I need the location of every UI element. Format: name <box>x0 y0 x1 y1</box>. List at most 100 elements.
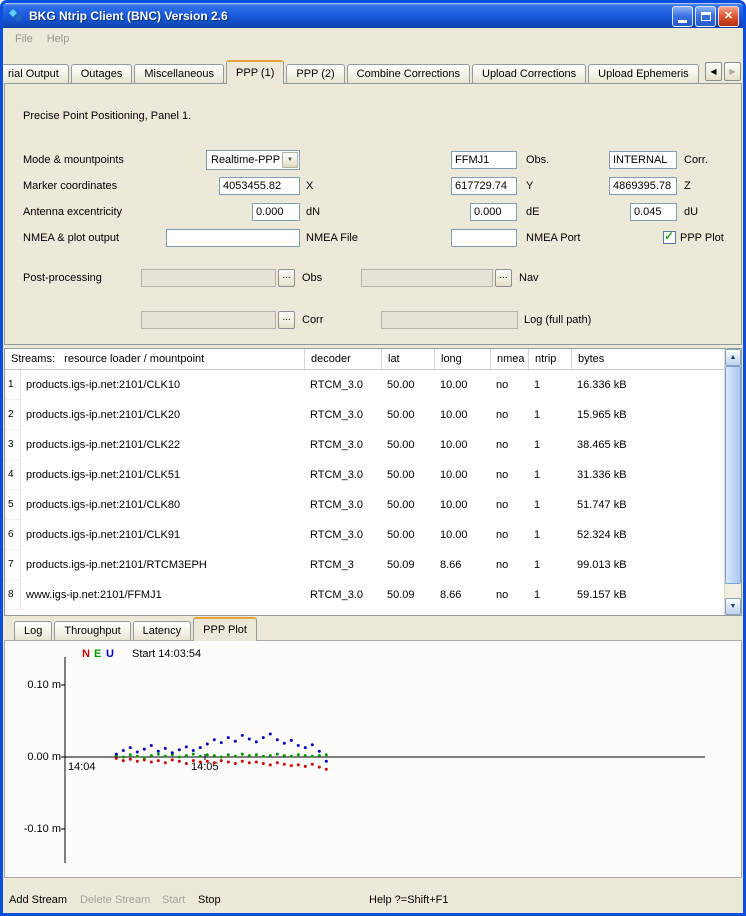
tab-upload-corrections[interactable]: Upload Corrections <box>472 64 586 83</box>
marker-x-field[interactable]: 4053455.82 <box>219 177 300 195</box>
stream-decoder: RTCM_3.0 <box>304 460 381 490</box>
stream-lat: 50.09 <box>381 580 434 610</box>
start-button: Start <box>162 894 185 906</box>
minimize-button[interactable] <box>672 6 693 27</box>
tab-outages[interactable]: Outages <box>71 64 133 83</box>
ppp-plot-checkbox[interactable]: ✓ <box>663 231 676 244</box>
stream-long: 8.66 <box>434 580 490 610</box>
tab-miscellaneous[interactable]: Miscellaneous <box>134 64 224 83</box>
col-header-ntrip: ntrip <box>528 349 571 369</box>
stream-row[interactable]: 6 products.igs-ip.net:2101/CLK91 RTCM_3.… <box>5 520 724 550</box>
col-header-long: long <box>434 349 490 369</box>
maximize-button[interactable] <box>695 6 716 27</box>
stream-bytes: 15.965 kB <box>571 400 724 430</box>
stream-row-number: 2 <box>5 400 21 430</box>
scroll-down-button[interactable]: ▼ <box>725 598 741 615</box>
post-nav-label: Nav <box>519 272 539 284</box>
post-corr-browse-button[interactable]: ... <box>278 311 295 329</box>
stream-nmea: no <box>490 490 528 520</box>
nmea-port-field[interactable] <box>451 229 517 247</box>
mode-combobox[interactable]: Realtime-PPP ▼ <box>206 150 300 170</box>
stream-long: 10.00 <box>434 400 490 430</box>
combo-dropdown-button[interactable]: ▼ <box>282 152 298 168</box>
stream-long: 10.00 <box>434 370 490 400</box>
stream-nmea: no <box>490 400 528 430</box>
stream-row[interactable]: 8 www.igs-ip.net:2101/FFMJ1 RTCM_3.0 50.… <box>5 580 724 610</box>
tab-throughput[interactable]: Throughput <box>54 621 130 640</box>
streams-header: Streams: resource loader / mountpoint de… <box>5 349 724 370</box>
tab-ppp-2[interactable]: PPP (2) <box>286 64 344 83</box>
stream-long: 8.66 <box>434 550 490 580</box>
post-obs-browse-button[interactable]: ... <box>278 269 295 287</box>
stream-ntrip: 1 <box>528 370 571 400</box>
tab-serial-output[interactable]: rial Output <box>3 64 69 83</box>
antenna-de-field[interactable]: 0.000 <box>470 203 517 221</box>
stream-lat: 50.00 <box>381 400 434 430</box>
tab-ppp-plot[interactable]: PPP Plot <box>193 617 257 641</box>
stream-bytes: 51.747 kB <box>571 490 724 520</box>
stream-row[interactable]: 2 products.igs-ip.net:2101/CLK20 RTCM_3.… <box>5 400 724 430</box>
stream-decoder: RTCM_3.0 <box>304 520 381 550</box>
bottom-tab-strip: Log Throughput Latency PPP Plot <box>14 617 259 641</box>
stream-row[interactable]: 4 products.igs-ip.net:2101/CLK51 RTCM_3.… <box>5 460 724 490</box>
check-icon: ✓ <box>664 229 674 243</box>
stream-mountpoint: products.igs-ip.net:2101/CLK91 <box>21 520 304 550</box>
status-bar: Add Stream Delete Stream Start Stop Help… <box>3 888 743 912</box>
menu-help[interactable]: Help <box>40 30 77 48</box>
stream-bytes: 52.324 kB <box>571 520 724 550</box>
nmea-file-field[interactable] <box>166 229 300 247</box>
stream-row-number: 6 <box>5 520 21 550</box>
scroll-up-button[interactable]: ▲ <box>725 349 741 366</box>
antenna-du-field[interactable]: 0.045 <box>630 203 677 221</box>
arrow-right-icon: ▶ <box>729 67 735 76</box>
stream-row-number: 8 <box>5 580 21 610</box>
marker-label: Marker coordinates <box>23 180 117 192</box>
add-stream-button[interactable]: Add Stream <box>9 894 67 906</box>
post-log-label: Log (full path) <box>524 314 591 326</box>
stop-button[interactable]: Stop <box>198 894 221 906</box>
window-title: BKG Ntrip Client (BNC) Version 2.6 <box>29 9 672 23</box>
ppp-panel: Precise Point Positioning, Panel 1. Mode… <box>4 83 742 345</box>
stream-bytes: 16.336 kB <box>571 370 724 400</box>
ppp-plot-checkbox-label: PPP Plot <box>680 232 724 244</box>
stream-decoder: RTCM_3.0 <box>304 400 381 430</box>
marker-y-field[interactable]: 617729.74 <box>451 177 517 195</box>
tab-scroll-right-button[interactable]: ▶ <box>724 62 741 81</box>
stream-row[interactable]: 7 products.igs-ip.net:2101/RTCM3EPH RTCM… <box>5 550 724 580</box>
stream-long: 10.00 <box>434 520 490 550</box>
stream-row-number: 5 <box>5 490 21 520</box>
corr-mountpoint-field[interactable]: INTERNAL <box>609 151 677 169</box>
col-header-decoder: decoder <box>304 349 381 369</box>
stream-nmea: no <box>490 430 528 460</box>
scrollbar-thumb[interactable] <box>725 366 741 584</box>
stream-lat: 50.09 <box>381 550 434 580</box>
nmea-label: NMEA & plot output <box>23 232 119 244</box>
marker-z-field[interactable]: 4869395.78 <box>609 177 677 195</box>
stream-decoder: RTCM_3 <box>304 550 381 580</box>
obs-mountpoint-field[interactable]: FFMJ1 <box>451 151 517 169</box>
tab-upload-ephemeris[interactable]: Upload Ephemeris <box>588 64 699 83</box>
post-nav-browse-button[interactable]: ... <box>495 269 512 287</box>
chevron-down-icon: ▼ <box>287 157 293 163</box>
panel-heading: Precise Point Positioning, Panel 1. <box>23 110 191 122</box>
stream-ntrip: 1 <box>528 490 571 520</box>
antenna-dn-field[interactable]: 0.000 <box>252 203 300 221</box>
tab-latency[interactable]: Latency <box>133 621 192 640</box>
tab-ppp-1[interactable]: PPP (1) <box>226 60 284 84</box>
stream-nmea: no <box>490 370 528 400</box>
stream-lat: 50.00 <box>381 370 434 400</box>
stream-row-number: 4 <box>5 460 21 490</box>
menu-file[interactable]: File <box>8 30 40 48</box>
stream-lat: 50.00 <box>381 520 434 550</box>
post-obs-field <box>141 269 276 287</box>
col-header-nmea: nmea <box>490 349 528 369</box>
tab-scroll-left-button[interactable]: ◀ <box>705 62 722 81</box>
close-button[interactable]: ✕ <box>718 6 739 27</box>
help-hint: Help ?=Shift+F1 <box>369 894 449 906</box>
stream-row[interactable]: 5 products.igs-ip.net:2101/CLK80 RTCM_3.… <box>5 490 724 520</box>
stream-row[interactable]: 1 products.igs-ip.net:2101/CLK10 RTCM_3.… <box>5 370 724 400</box>
tab-combine-corrections[interactable]: Combine Corrections <box>347 64 470 83</box>
tab-log[interactable]: Log <box>14 621 52 640</box>
streams-scrollbar[interactable]: ▲ ▼ <box>724 349 741 615</box>
stream-row[interactable]: 3 products.igs-ip.net:2101/CLK22 RTCM_3.… <box>5 430 724 460</box>
